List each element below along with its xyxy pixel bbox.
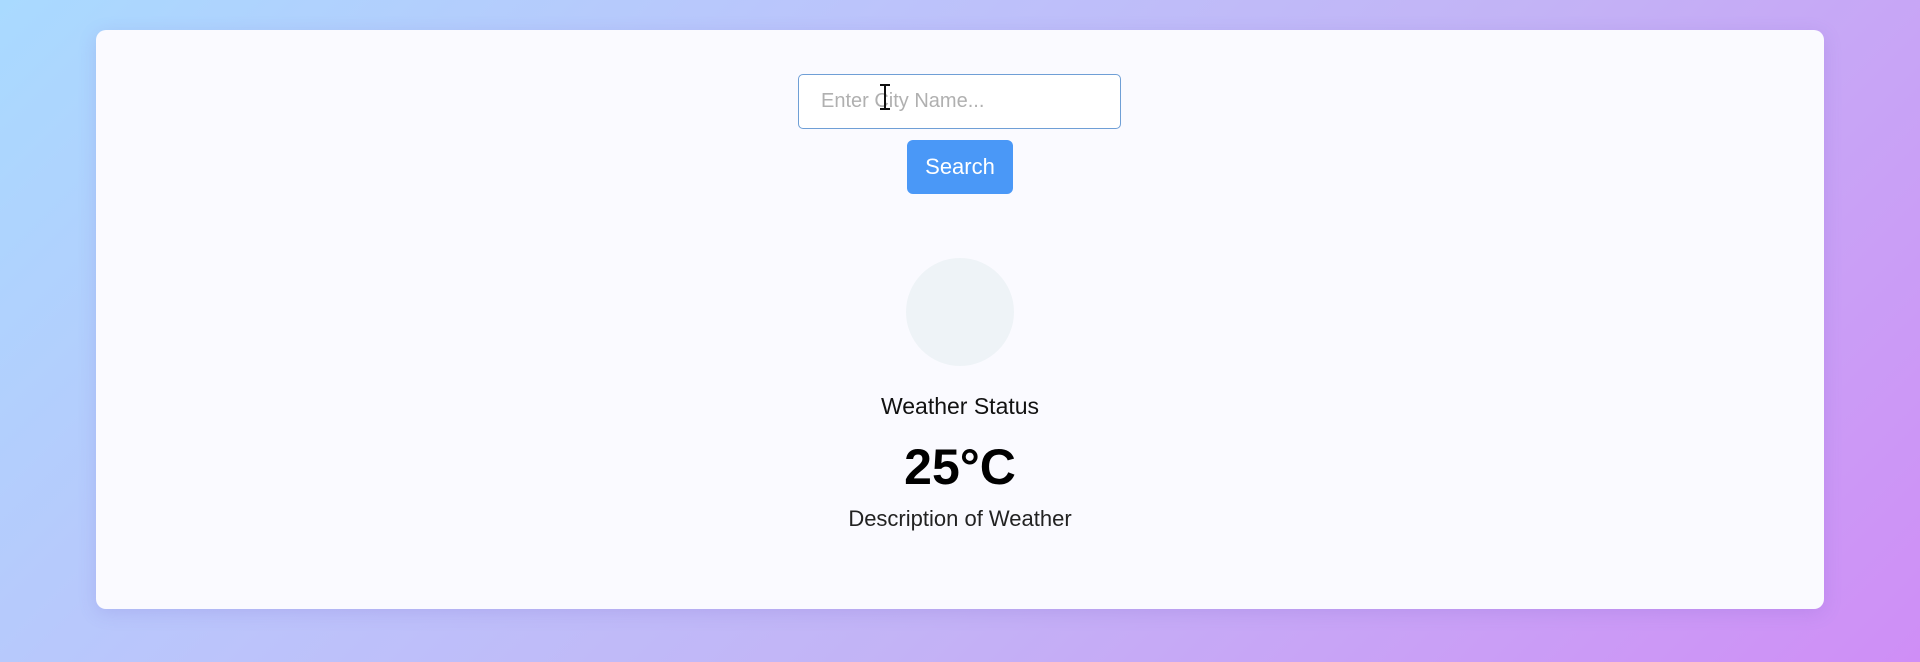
temperature-value: 25°C [904,439,1016,495]
city-search-input[interactable] [798,74,1121,129]
search-button[interactable]: Search [907,140,1013,194]
weather-icon [906,258,1014,366]
weather-description: Description of Weather [848,506,1072,531]
weather-status: Weather Status [880,393,1040,419]
